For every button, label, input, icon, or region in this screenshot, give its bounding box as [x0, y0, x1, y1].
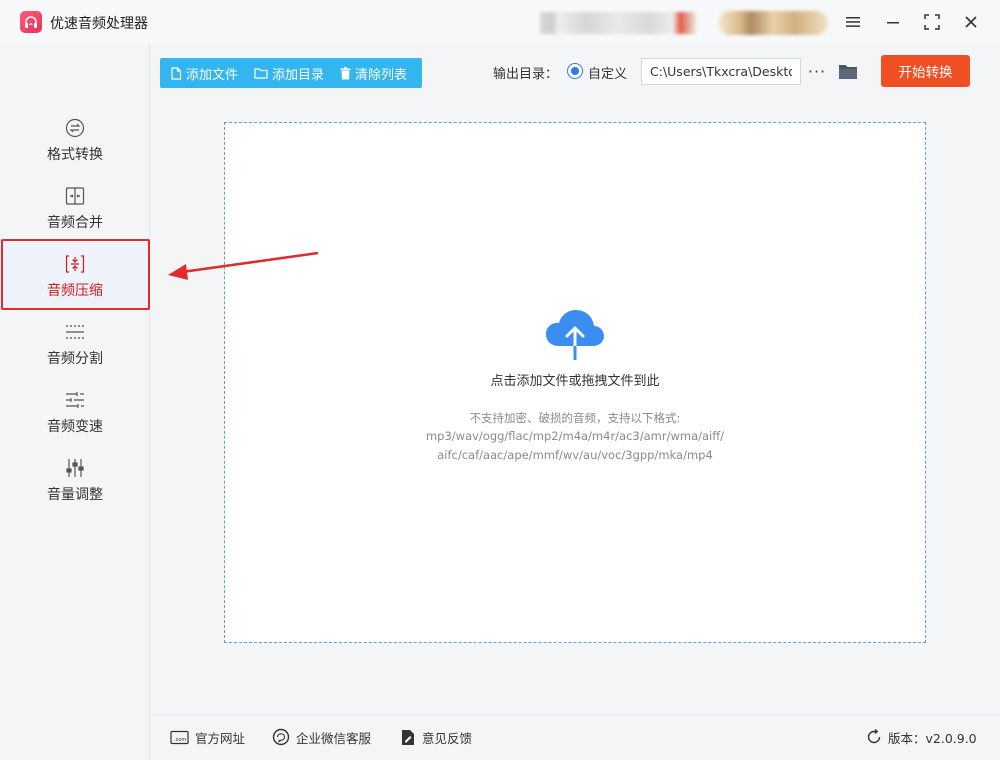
custom-output-radio[interactable]	[567, 63, 583, 79]
blurred-account-info	[540, 12, 696, 34]
merge-icon	[64, 185, 86, 207]
blurred-user-badge	[718, 11, 828, 35]
folder-icon[interactable]	[836, 60, 860, 82]
sidebar-item-split[interactable]: 音频分割	[0, 310, 150, 378]
add-file-label: 添加文件	[186, 67, 239, 83]
sidebar-item-label: 音频压缩	[47, 282, 103, 299]
feedback-link[interactable]: 意见反馈	[400, 728, 472, 746]
wechat-service-link[interactable]: 企业微信客服	[272, 728, 371, 746]
sidebar-item-volume[interactable]: 音量调整	[0, 446, 150, 514]
feedback-label: 意见反馈	[422, 730, 473, 746]
official-website-link[interactable]: .com 官方网址	[170, 728, 245, 746]
output-path-input[interactable]	[641, 58, 801, 85]
output-dir-label: 输出目录：	[493, 67, 559, 82]
wechat-icon	[272, 728, 290, 746]
refresh-icon	[867, 729, 881, 744]
add-folder-button[interactable]: 添加目录	[238, 58, 324, 88]
menu-icon[interactable]	[841, 10, 865, 34]
sidebar-item-label: 格式转换	[47, 146, 103, 163]
sidebar-item-merge[interactable]: 音频合并	[0, 174, 150, 242]
sidebar-item-label: 音频分割	[47, 350, 103, 367]
toolbar: 添加文件 添加目录 清除列表	[160, 58, 422, 88]
sidebar-item-label: 音频变速	[47, 418, 103, 435]
clear-list-label: 清除列表	[355, 67, 408, 83]
svg-text:.com: .com	[174, 737, 186, 743]
sidebar-item-speed[interactable]: 音频变速	[0, 378, 150, 446]
feedback-icon	[402, 729, 414, 745]
custom-output-label[interactable]: 自定义	[588, 63, 627, 82]
format-note-line3: aifc/caf/aac/ape/mmf/wv/au/voc/3gpp/mka/…	[437, 448, 713, 462]
wechat-service-label: 企业微信客服	[296, 730, 372, 746]
start-convert-button[interactable]: 开始转换	[881, 55, 970, 87]
sidebar-item-label: 音频合并	[47, 214, 103, 231]
official-website-label: 官方网址	[195, 730, 246, 746]
format-note-line1: 不支持加密、破损的音频，支持以下格式:	[469, 411, 681, 425]
close-icon[interactable]	[959, 10, 983, 34]
split-icon	[64, 321, 86, 343]
title-bar: 优速音频处理器	[0, 0, 1000, 44]
compress-icon	[64, 253, 86, 275]
speed-icon	[64, 389, 86, 411]
trash-icon	[340, 66, 351, 79]
version-label: 版本：v2.0.9.0	[888, 730, 977, 746]
add-folder-label: 添加目录	[272, 67, 325, 83]
cloud-upload-icon	[544, 308, 606, 362]
volume-icon	[64, 457, 86, 479]
browse-more-button[interactable]: ···	[807, 60, 827, 82]
folder-outline-icon	[254, 68, 268, 79]
sidebar-item-label: 音量调整	[47, 486, 103, 503]
website-icon: .com	[170, 730, 189, 744]
clear-list-button[interactable]: 清除列表	[324, 58, 407, 88]
app-title: 优速音频处理器	[50, 16, 148, 32]
file-icon	[171, 66, 182, 80]
headphones-icon	[20, 11, 42, 33]
maximize-icon[interactable]	[920, 10, 944, 34]
add-file-button[interactable]: 添加文件	[160, 58, 238, 88]
format-note-line2: mp3/wav/ogg/flac/mp2/m4a/m4r/ac3/amr/wma…	[425, 429, 725, 443]
sidebar-item-format-convert[interactable]: 格式转换	[0, 106, 150, 174]
sidebar-item-compress[interactable]: 音频压缩	[0, 242, 150, 310]
minimize-icon[interactable]	[881, 10, 905, 34]
drop-instruction: 点击添加文件或拖拽文件到此	[490, 374, 660, 389]
format-convert-icon	[64, 117, 86, 139]
version-check[interactable]: 版本：v2.0.9.0	[866, 728, 977, 746]
